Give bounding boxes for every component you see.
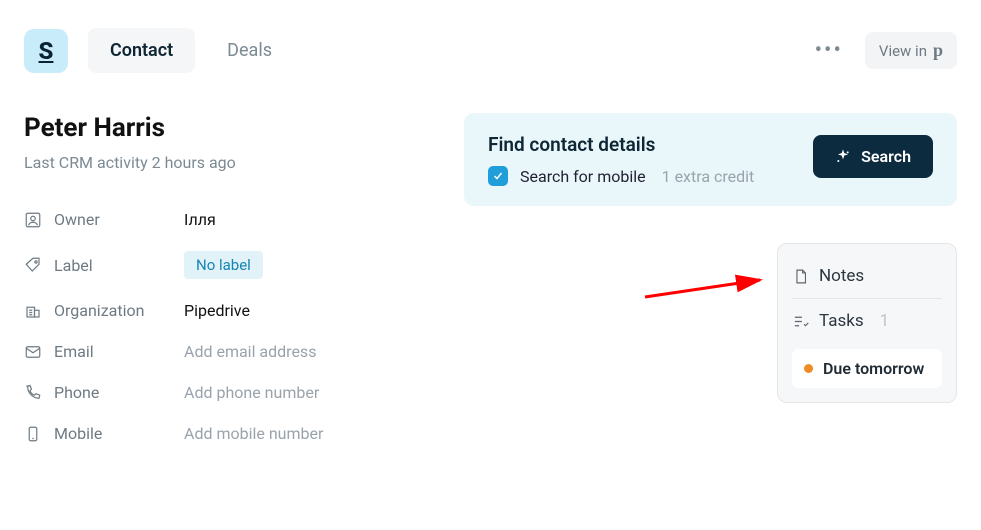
extra-credit-text: 1 extra credit: [662, 167, 755, 186]
notes-tab[interactable]: Notes: [792, 258, 942, 294]
field-label-email: Email: [24, 342, 184, 361]
phone-icon: [24, 384, 42, 402]
owner-icon: [24, 211, 42, 229]
header-bar: S Contact Deals ••• View in p: [0, 0, 981, 73]
field-value-label[interactable]: No label: [184, 251, 424, 279]
field-label-mobile: Mobile: [24, 424, 184, 443]
find-contact-panel: Find contact details Search for mobile 1…: [464, 113, 957, 206]
tasks-icon: [792, 313, 809, 330]
view-in-label: View in: [879, 42, 927, 60]
search-button-label: Search: [861, 147, 911, 166]
search-button[interactable]: Search: [813, 135, 933, 178]
main-tabs: Contact Deals: [88, 28, 294, 73]
side-card: Notes Tasks 1 Due tomorrow: [777, 243, 957, 403]
no-label-badge[interactable]: No label: [184, 251, 263, 279]
last-activity-text: Last CRM activity 2 hours ago: [24, 153, 424, 172]
tasks-tab[interactable]: Tasks 1: [792, 303, 942, 339]
email-icon: [24, 343, 42, 361]
field-value-phone[interactable]: Add phone number: [184, 383, 424, 402]
sparkle-icon: [835, 149, 851, 165]
tasks-label: Tasks: [819, 311, 864, 331]
tab-deals[interactable]: Deals: [205, 28, 294, 73]
tasks-count: 1: [880, 311, 890, 331]
field-value-mobile[interactable]: Add mobile number: [184, 424, 424, 443]
field-label-organization: Organization: [24, 301, 184, 320]
contact-name: Peter Harris: [24, 113, 424, 143]
search-mobile-label: Search for mobile: [520, 167, 646, 186]
organization-icon: [24, 302, 42, 320]
field-label-phone: Phone: [24, 383, 184, 402]
due-label: Due tomorrow: [823, 359, 924, 378]
contact-details-panel: Peter Harris Last CRM activity 2 hours a…: [24, 113, 424, 443]
tab-contact[interactable]: Contact: [88, 28, 195, 73]
due-tomorrow-badge[interactable]: Due tomorrow: [792, 349, 942, 388]
tag-icon: [24, 256, 42, 274]
field-label-label: Label: [24, 256, 184, 275]
field-label-owner: Owner: [24, 210, 184, 229]
app-logo[interactable]: S: [24, 29, 68, 73]
pipedrive-logo-icon: p: [933, 40, 943, 61]
notes-icon: [792, 268, 809, 285]
due-status-dot-icon: [804, 364, 813, 373]
field-value-owner[interactable]: Ілля: [184, 210, 424, 229]
find-panel-title: Find contact details: [488, 133, 754, 156]
view-in-button[interactable]: View in p: [865, 32, 957, 69]
search-mobile-checkbox[interactable]: [488, 166, 508, 186]
notes-label: Notes: [819, 266, 864, 286]
field-value-organization[interactable]: Pipedrive: [184, 301, 424, 320]
more-menu-icon[interactable]: •••: [807, 34, 851, 67]
mobile-icon: [24, 425, 42, 443]
field-value-email[interactable]: Add email address: [184, 342, 424, 361]
